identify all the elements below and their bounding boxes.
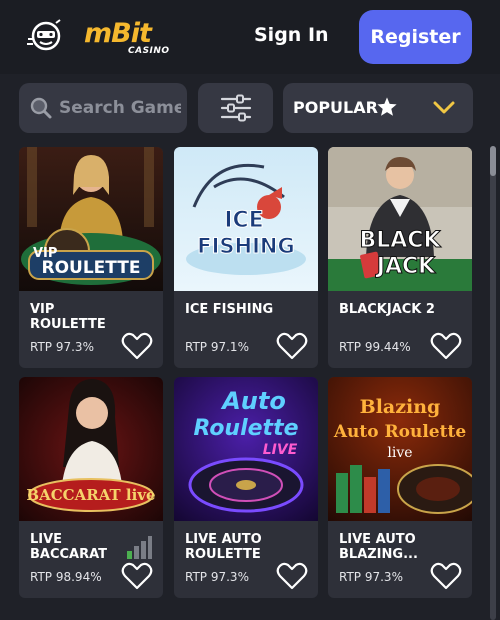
- thumb-text-roulette: ROULETTE: [42, 258, 141, 278]
- logo-accent: Bit: [111, 18, 152, 49]
- game-card-live-auto-blazing[interactable]: Blazing Auto Roulette live LIVE AUTO BLA…: [328, 377, 472, 598]
- brand-logo: mBit: [84, 18, 152, 49]
- brand-logo-sub: CASINO: [128, 46, 170, 56]
- game-rtp: RTP 97.3%: [339, 570, 403, 584]
- thumb-text-live2: LIVE: [263, 442, 298, 458]
- heart-icon[interactable]: [430, 562, 462, 590]
- game-title: BLACKJACK 2: [339, 302, 435, 317]
- thumb-text-auto: Auto: [220, 387, 286, 415]
- thumb-text-roulette2: Roulette: [193, 416, 298, 441]
- sign-in-link[interactable]: Sign In: [254, 24, 329, 52]
- search-icon: [30, 97, 52, 119]
- heart-icon[interactable]: [276, 332, 308, 360]
- game-card-vip-roulette[interactable]: VIP ROULETTE VIP ROULETTE RTP 97.3%: [19, 147, 163, 368]
- heart-icon[interactable]: [121, 332, 153, 360]
- chevron-down-icon: [433, 101, 455, 114]
- logo-main: m: [84, 18, 112, 49]
- scrollbar-thumb[interactable]: [490, 146, 496, 176]
- thumb-text-autoroulette: Auto Roulette: [333, 422, 466, 442]
- game-title: LIVE BACCARAT: [30, 532, 108, 562]
- star-icon: [377, 97, 397, 116]
- filter-button[interactable]: [198, 83, 273, 133]
- thumb-text-baccarat: BACCARAT live: [26, 486, 155, 504]
- game-thumbnail: BACCARAT live: [19, 377, 163, 521]
- heart-icon[interactable]: [430, 332, 462, 360]
- search-box[interactable]: [19, 83, 187, 133]
- game-title: ICE FISHING: [185, 302, 274, 317]
- game-thumbnail: ICE FISHING: [174, 147, 318, 291]
- game-rtp: RTP 97.3%: [30, 340, 94, 354]
- signal-bars-icon: [127, 536, 152, 559]
- heart-icon[interactable]: [276, 562, 308, 590]
- thumb-text-blazing: Blazing: [360, 396, 441, 418]
- game-rtp: RTP 99.44%: [339, 340, 411, 354]
- game-rtp: RTP 98.94%: [30, 570, 102, 584]
- game-card-ice-fishing[interactable]: ICE FISHING ICE FISHING RTP 97.1%: [174, 147, 318, 368]
- game-rtp: RTP 97.3%: [185, 570, 249, 584]
- game-title: VIP ROULETTE: [30, 302, 106, 332]
- thumb-text-live3: live: [387, 445, 412, 461]
- mascot-logo-icon: [27, 19, 61, 51]
- game-thumbnail: VIP ROULETTE: [19, 147, 163, 291]
- thumb-text-ice: ICE: [224, 208, 263, 233]
- game-card-blackjack-2[interactable]: BLACK JACK BLACKJACK 2 RTP 99.44%: [328, 147, 472, 368]
- game-thumbnail: Auto Roulette LIVE: [174, 377, 318, 521]
- game-card-live-baccarat[interactable]: BACCARAT live LIVE BACCARAT RTP 98.94%: [19, 377, 163, 598]
- thumb-text-fishing: FISHING: [197, 234, 294, 258]
- thumb-text-jack: JACK: [375, 254, 436, 279]
- thumb-text-black: BLACK: [359, 228, 441, 253]
- sort-dropdown[interactable]: POPULAR: [283, 83, 473, 133]
- register-button[interactable]: Register: [359, 10, 472, 64]
- game-rtp: RTP 97.1%: [185, 340, 249, 354]
- game-card-live-auto-roulette[interactable]: Auto Roulette LIVE LIVE AUTO ROULETTE RT…: [174, 377, 318, 598]
- game-title: LIVE AUTO BLAZING...: [339, 532, 418, 562]
- sort-selected-label: POPULAR: [293, 98, 378, 117]
- app-header: mBit CASINO Sign In Register: [0, 0, 500, 74]
- scrollbar-track[interactable]: [490, 146, 496, 620]
- sliders-icon: [220, 94, 251, 122]
- game-thumbnail: Blazing Auto Roulette live: [328, 377, 472, 521]
- heart-icon[interactable]: [121, 562, 153, 590]
- game-title: LIVE AUTO ROULETTE: [185, 532, 262, 562]
- game-thumbnail: BLACK JACK: [328, 147, 472, 291]
- search-input[interactable]: [59, 98, 181, 118]
